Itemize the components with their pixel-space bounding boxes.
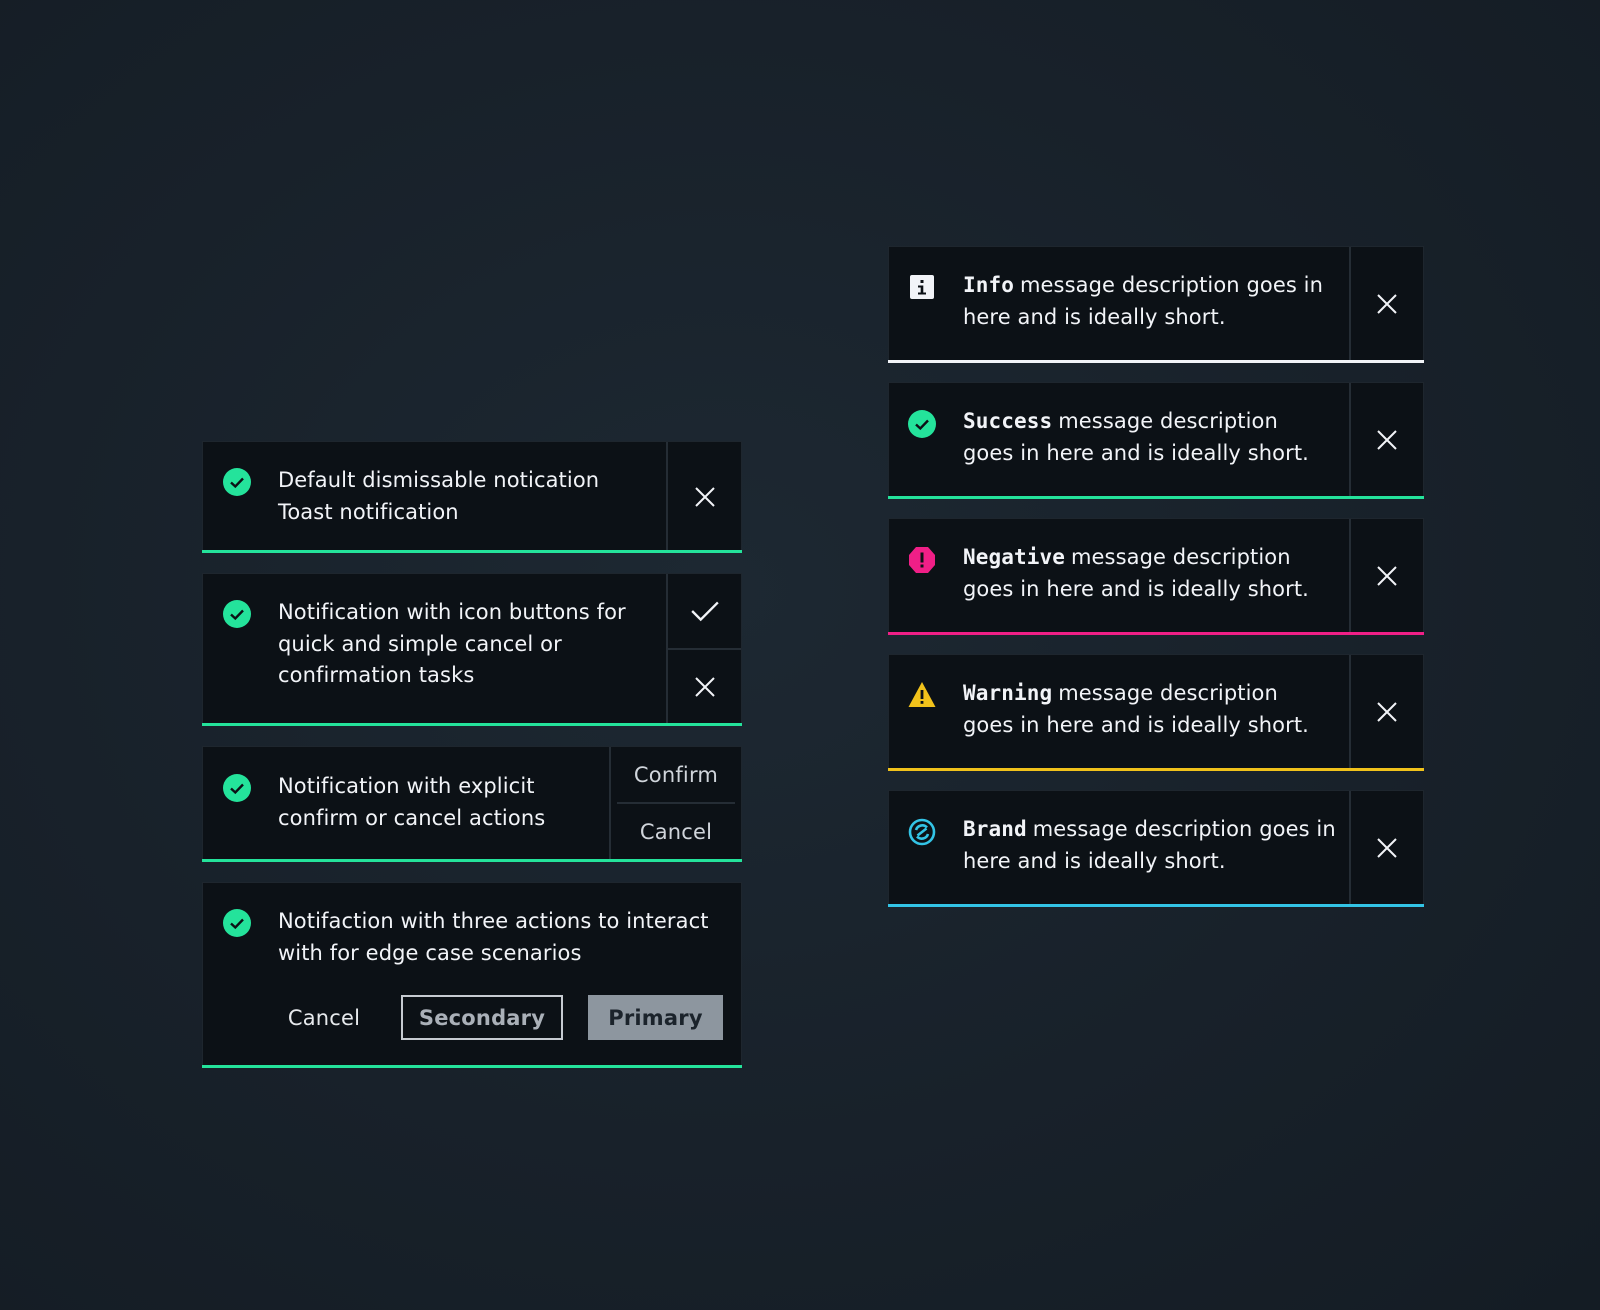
- info-square-icon: [910, 275, 934, 299]
- secondary-button[interactable]: Secondary: [401, 995, 563, 1040]
- status-bar: [202, 859, 742, 862]
- toast-info: Info message description goes in here and…: [888, 246, 1424, 363]
- close-icon: [1377, 430, 1397, 450]
- error-octagon-icon: [908, 546, 936, 574]
- toast-message: Success message description goes in here …: [963, 409, 1309, 465]
- toast-message: Notification with explicit confirm or ca…: [278, 774, 546, 830]
- toast-message: Info message description goes in here and…: [963, 273, 1324, 329]
- cancel-icon-button[interactable]: [668, 650, 741, 724]
- toast-kind: Warning: [963, 681, 1053, 705]
- close-button[interactable]: [1351, 383, 1423, 497]
- toast-kind: Brand: [963, 817, 1027, 841]
- close-icon: [1377, 838, 1397, 858]
- status-bar: [888, 496, 1424, 499]
- toast-explicit-actions: Notification with explicit confirm or ca…: [202, 746, 742, 862]
- toast-kind: Negative: [963, 545, 1065, 569]
- toast-three-actions: Notifaction with three actions to intera…: [202, 882, 742, 1068]
- close-button[interactable]: [1351, 519, 1423, 633]
- close-icon: [1377, 294, 1397, 314]
- cancel-button[interactable]: Cancel: [611, 804, 741, 860]
- toast-negative: Negative message description goes in here…: [888, 518, 1424, 635]
- check-circle-icon: [223, 600, 251, 628]
- status-bar: [888, 360, 1424, 363]
- check-circle-icon: [223, 774, 251, 802]
- status-bar: [202, 723, 742, 726]
- toast-kind: Success: [963, 409, 1053, 433]
- close-icon: [694, 677, 715, 697]
- toast-message: Notification with icon buttons for quick…: [278, 600, 626, 687]
- close-icon: [1377, 566, 1397, 586]
- close-icon: [694, 486, 715, 507]
- toast-brand: Brand message description goes in here an…: [888, 790, 1424, 907]
- check-circle-icon: [908, 410, 936, 438]
- close-button[interactable]: [1351, 791, 1423, 905]
- status-bar: [888, 904, 1424, 907]
- toast-warning: Warning message description goes in here …: [888, 654, 1424, 771]
- toast-kind: Info: [963, 273, 1014, 297]
- toast-success: Success message description goes in here …: [888, 382, 1424, 499]
- close-button[interactable]: [1351, 247, 1423, 361]
- toast-icon-buttons: Notification with icon buttons for quick…: [202, 573, 742, 726]
- toast-message: Warning message description goes in here …: [963, 681, 1309, 737]
- toast-default-dismissable: Default dismissable notication Toast not…: [202, 441, 742, 553]
- check-circle-icon: [223, 468, 251, 496]
- confirm-button[interactable]: Confirm: [611, 747, 741, 802]
- toast-message: Notifaction with three actions to intera…: [278, 909, 709, 965]
- status-bar: [888, 768, 1424, 771]
- confirm-icon-button[interactable]: [668, 574, 741, 648]
- toast-message: Negative message description goes in here…: [963, 545, 1309, 601]
- warning-triangle-icon: [908, 681, 936, 709]
- checkmark-icon: [690, 601, 719, 622]
- close-button[interactable]: [1351, 655, 1423, 769]
- status-bar: [888, 632, 1424, 635]
- status-bar: [202, 550, 742, 553]
- primary-button[interactable]: Primary: [588, 995, 723, 1040]
- status-bar: [202, 1065, 742, 1068]
- cancel-button[interactable]: Cancel: [269, 995, 379, 1040]
- brand-circle-icon: [908, 818, 936, 846]
- toast-message: Brand message description goes in here an…: [963, 817, 1336, 873]
- check-circle-icon: [223, 909, 251, 937]
- toast-message: Default dismissable notication Toast not…: [278, 468, 600, 524]
- close-button[interactable]: [668, 442, 741, 551]
- close-icon: [1377, 702, 1397, 722]
